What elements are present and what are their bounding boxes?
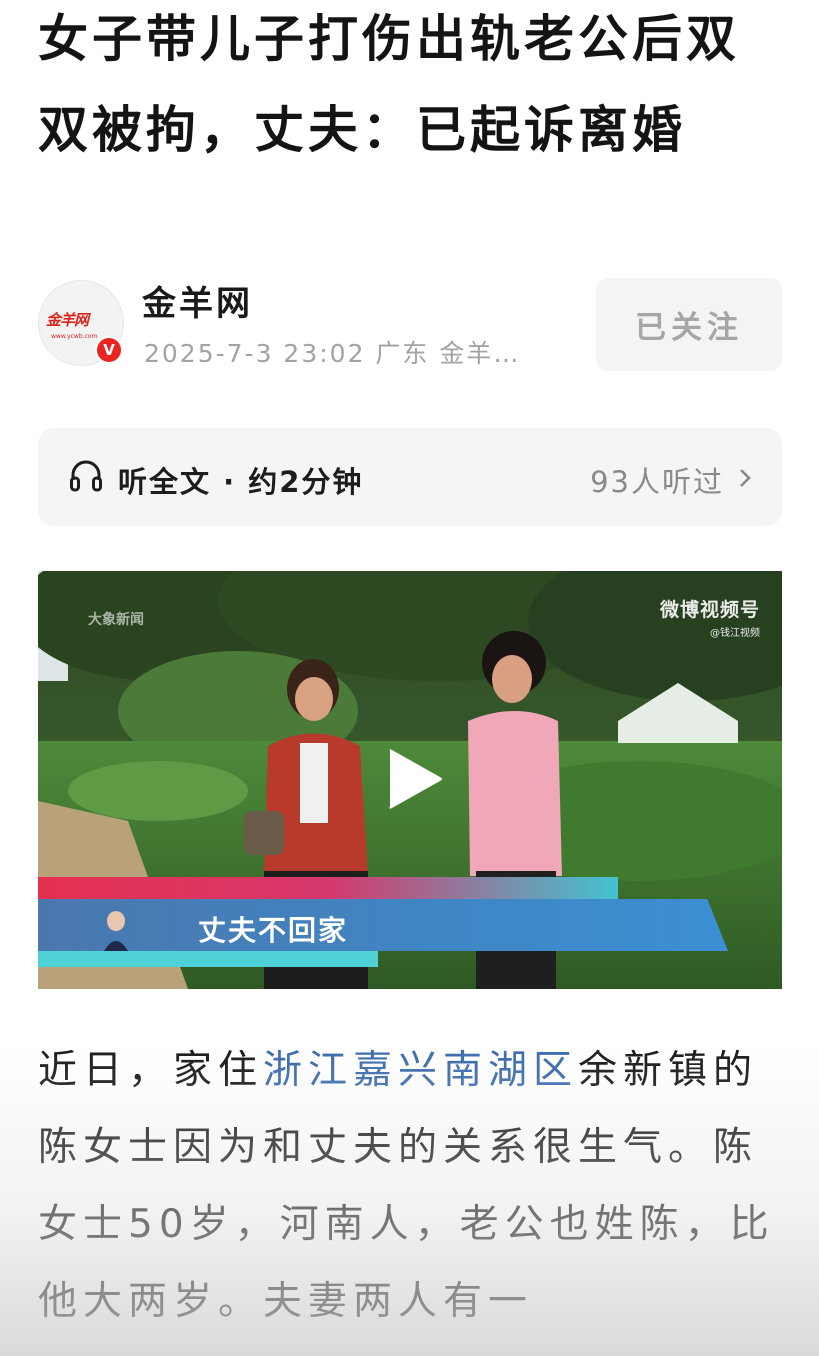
- watermark-left: 大象新闻: [88, 612, 144, 628]
- play-icon[interactable]: [382, 744, 444, 814]
- video-caption: 丈夫不回家: [198, 914, 349, 947]
- caption-banner-stripe: [38, 877, 618, 899]
- caption-banner: [38, 899, 728, 951]
- location-link[interactable]: 浙江嘉兴南湖区: [263, 1048, 578, 1093]
- avatar-logo: 金羊网: [46, 311, 89, 329]
- video-player[interactable]: 大象新闻 微博视频号 @钱江视频 丈夫不回家: [38, 571, 782, 989]
- verified-icon: V: [95, 336, 123, 364]
- author-bar: 金羊网 www.ycwb.com V 金羊网 2025-7-3 23:02 广东…: [38, 278, 783, 373]
- chevron-right-icon: [740, 469, 751, 487]
- anchor-thumbnail: [104, 911, 128, 951]
- headphone-icon: [70, 460, 102, 492]
- avatar-url: www.ycwb.com: [51, 333, 98, 340]
- follow-button[interactable]: 已关注: [596, 278, 782, 371]
- listen-count: 93人听过: [590, 465, 724, 499]
- author-name[interactable]: 金羊网: [142, 276, 253, 325]
- watermark-weibo-handle: @钱江视频: [710, 628, 760, 639]
- publish-meta: 2025-7-3 23:02 广东 金羊…: [144, 339, 521, 368]
- article-title: 女子带儿子打伤出轨老公后双双被拘，丈夫：已起诉离婚: [38, 10, 740, 159]
- article-paragraph: 近日，家住浙江嘉兴南湖区余新镇的陈女士因为和丈夫的关系很生气。陈女士50岁，河南…: [38, 1032, 783, 1340]
- paragraph-text-start: 近日，家住: [38, 1048, 264, 1093]
- listen-full-text-bar[interactable]: 听全文 · 约2分钟 93人听过: [38, 428, 782, 526]
- watermark-right: 微博视频号 @钱江视频: [660, 595, 760, 639]
- listen-label: 听全文 · 约2分钟: [118, 465, 364, 499]
- watermark-weibo: 微博视频号: [659, 599, 760, 621]
- caption-banner-underline: [38, 951, 378, 967]
